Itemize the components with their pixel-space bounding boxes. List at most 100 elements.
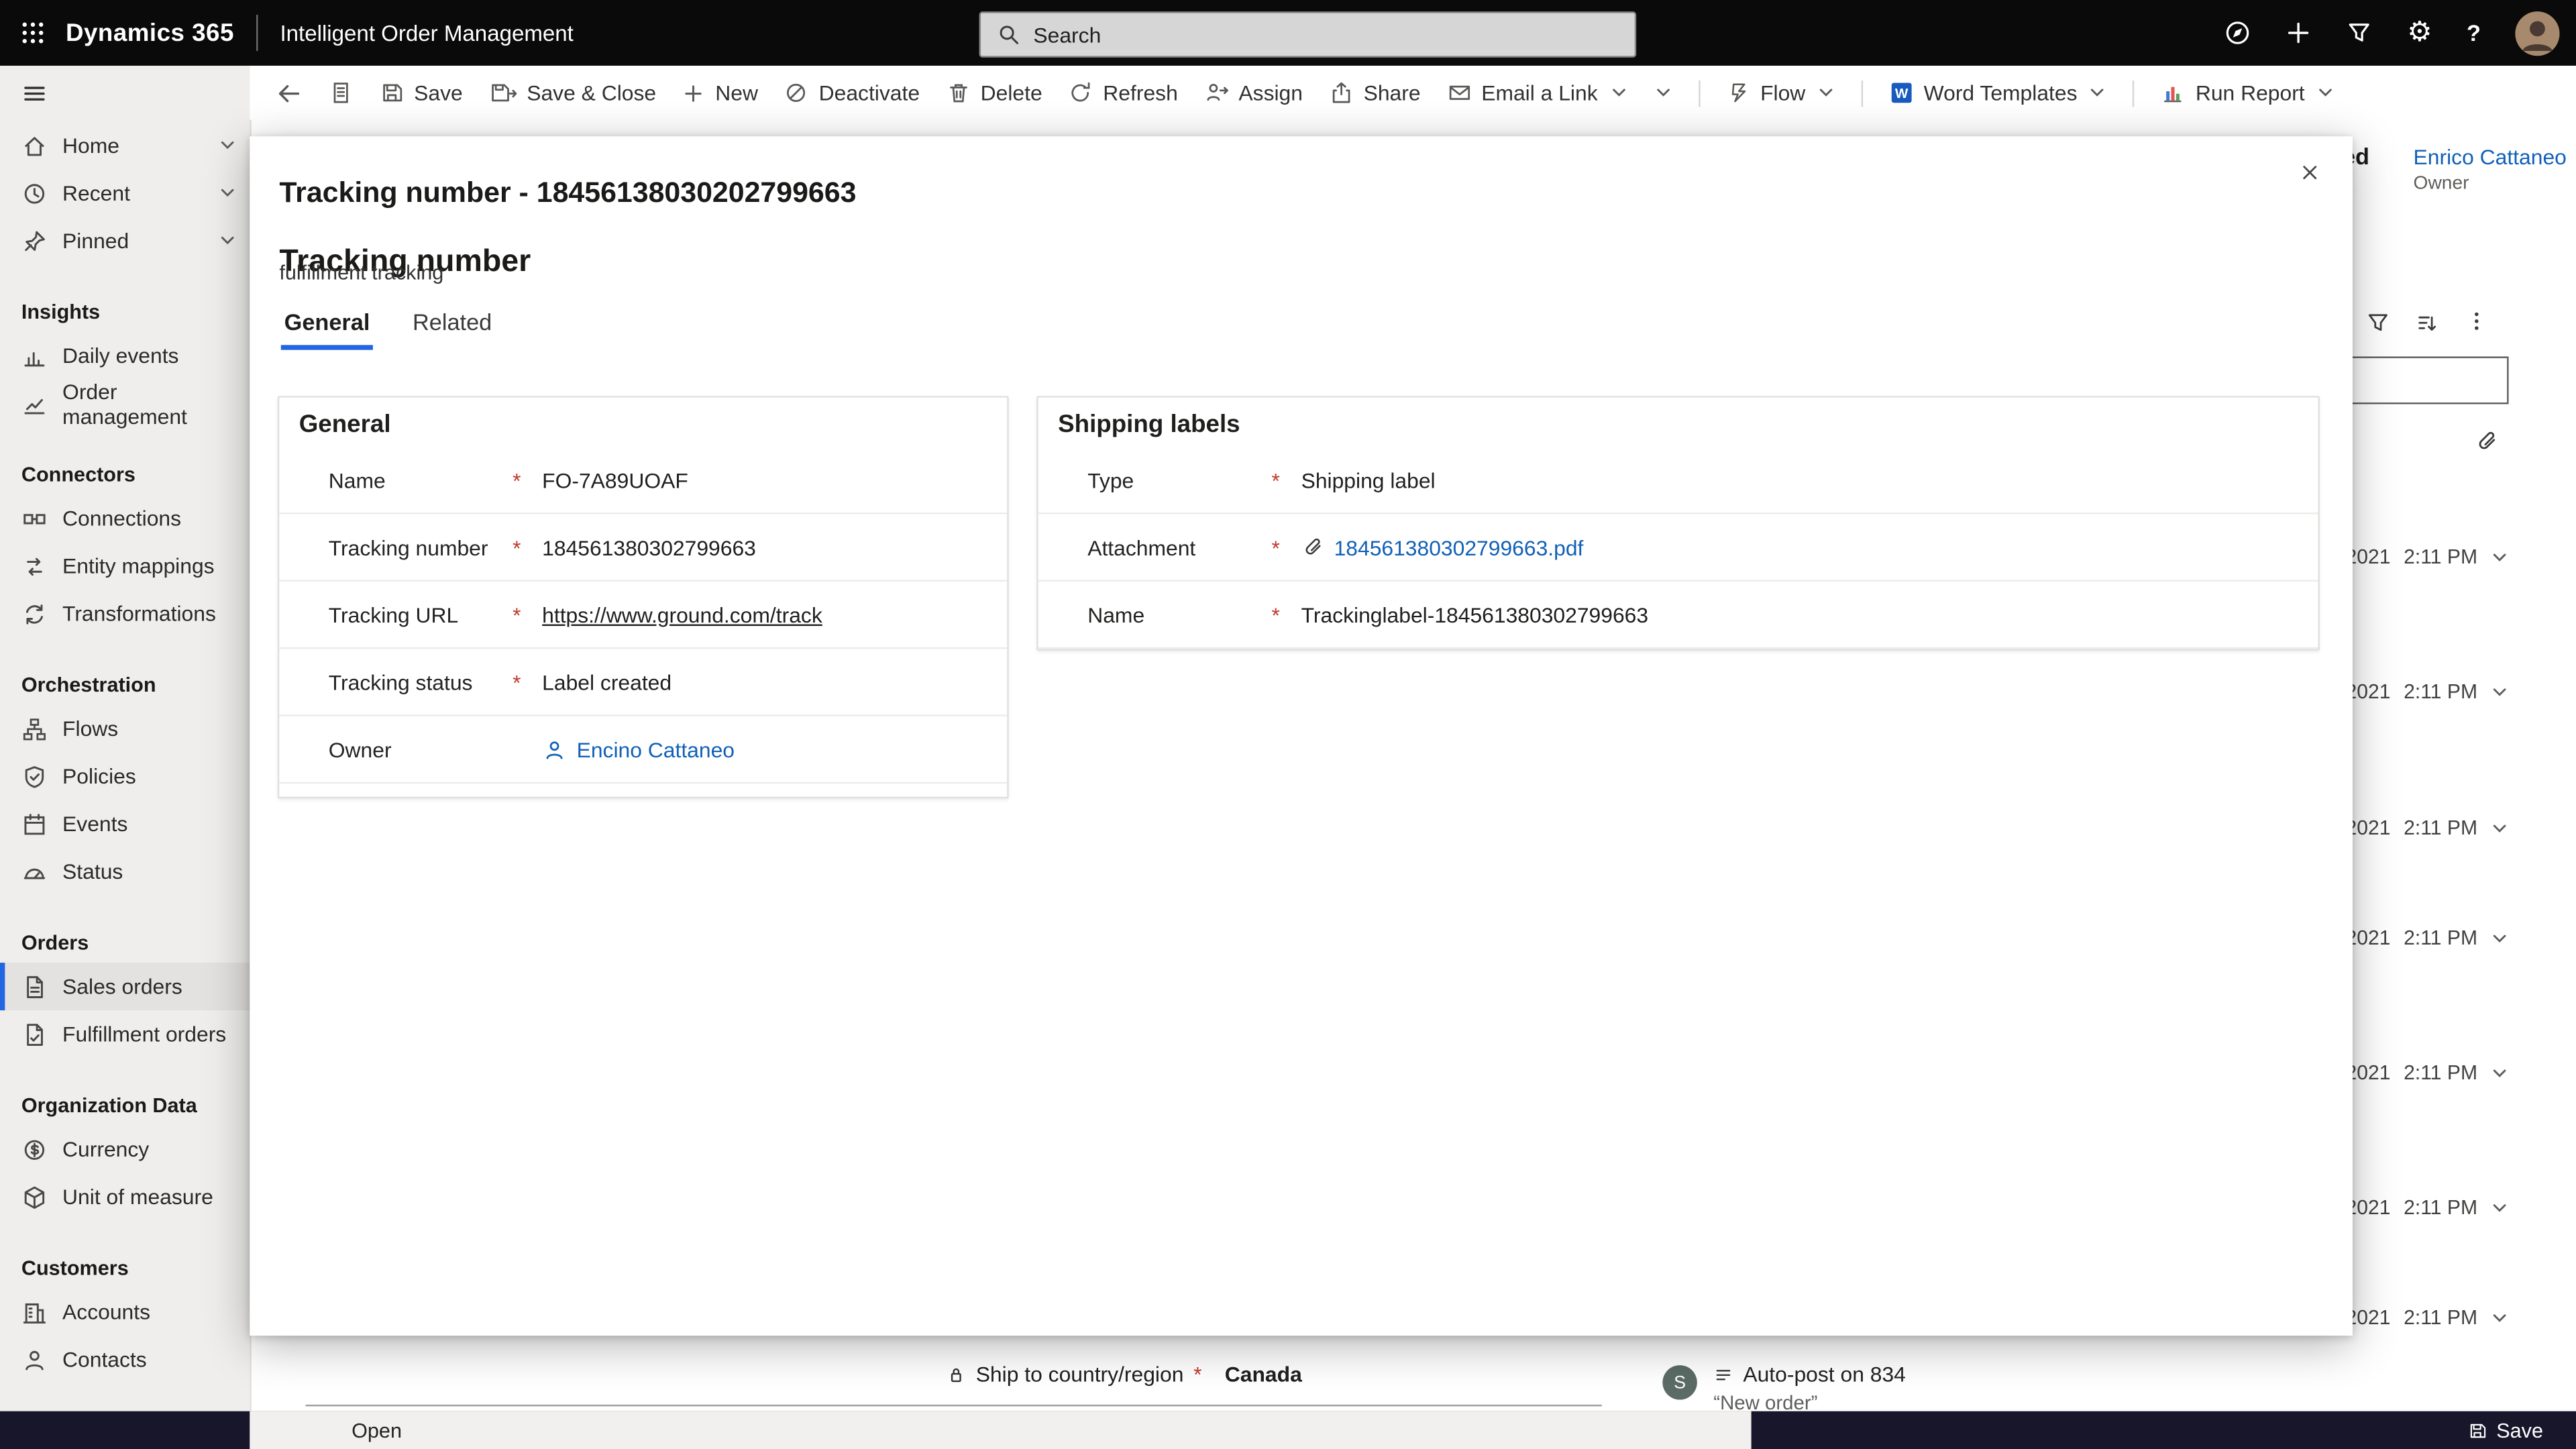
- timeline-row-expand-button[interactable]: [2491, 819, 2509, 837]
- email-link-button[interactable]: Email a Link: [1447, 80, 1627, 105]
- ship-to-country-value[interactable]: Canada: [1225, 1362, 1302, 1387]
- form-footer: Open: [250, 1411, 1751, 1449]
- pin-icon: [21, 227, 48, 254]
- timeline-more-icon[interactable]: [2464, 309, 2489, 333]
- chevron-down-icon: [1609, 84, 1627, 102]
- sidebar-item-status[interactable]: Status: [0, 848, 250, 896]
- sidebar-section-orchestration: Orchestration: [0, 665, 250, 705]
- line-chart-icon: [21, 390, 48, 417]
- timeline-sort-icon[interactable]: [2414, 311, 2438, 335]
- app-name[interactable]: Intelligent Order Management: [280, 21, 573, 46]
- help-icon[interactable]: ?: [2467, 19, 2481, 46]
- run-report-button[interactable]: Run Report: [2161, 80, 2334, 105]
- sidebar-item-accounts[interactable]: Accounts: [0, 1288, 250, 1336]
- save-close-icon: [489, 80, 517, 105]
- chevron-down-icon: [1817, 84, 1835, 102]
- sidebar-section-organization-data: Organization Data: [0, 1086, 250, 1126]
- timeline-row-expand-button[interactable]: [2491, 548, 2509, 566]
- tracking-url-link[interactable]: https://www.ground.com/track: [542, 602, 822, 627]
- sidebar-item-policies[interactable]: Policies: [0, 753, 250, 800]
- close-icon[interactable]: [2287, 150, 2333, 196]
- waffle-menu-icon[interactable]: [0, 0, 66, 66]
- brand-title[interactable]: Dynamics 365: [66, 19, 234, 47]
- commandbar-overflow-button[interactable]: [1654, 84, 1672, 102]
- label-name-value[interactable]: Trackinglabel-184561380302799663: [1301, 602, 1649, 627]
- general-card-title: General: [279, 398, 1007, 447]
- sidebar-item-pinned[interactable]: Pinned: [0, 217, 250, 264]
- flow-icon: [1726, 80, 1751, 105]
- mapping-arrows-icon: [21, 553, 48, 579]
- tracking-number-value[interactable]: 184561380302799663: [542, 535, 756, 559]
- form-page-icon-button[interactable]: [329, 80, 354, 105]
- sidebar-item-unit-of-measure[interactable]: Unit of measure: [0, 1173, 250, 1221]
- timeline-row-expand-button[interactable]: [2491, 1199, 2509, 1217]
- gear-icon[interactable]: ⚙: [2407, 19, 2432, 47]
- attachment-link[interactable]: 184561380302799663.pdf: [1334, 535, 1584, 559]
- home-icon: [21, 132, 48, 158]
- tab-related[interactable]: Related: [409, 306, 495, 350]
- global-search-input[interactable]: Search: [979, 11, 1637, 58]
- sidebar-section-orders: Orders: [0, 923, 250, 963]
- insights-compass-icon[interactable]: [2224, 19, 2251, 46]
- search-icon: [998, 23, 1020, 46]
- commandbar-divider: [1698, 80, 1699, 106]
- sidebar-item-contacts[interactable]: Contacts: [0, 1336, 250, 1383]
- commandbar-divider: [1862, 80, 1863, 106]
- deactivate-button[interactable]: Deactivate: [784, 80, 920, 105]
- filter-icon[interactable]: [2347, 19, 2373, 46]
- share-button[interactable]: Share: [1329, 80, 1420, 105]
- back-button[interactable]: [276, 80, 302, 106]
- timeline-row-expand-button[interactable]: [2491, 929, 2509, 947]
- hamburger-menu-icon[interactable]: [0, 66, 250, 121]
- deactivate-icon: [784, 80, 809, 105]
- sidebar-item-fulfillment-orders[interactable]: Fulfillment orders: [0, 1010, 250, 1058]
- tracking-status-value[interactable]: Label created: [542, 669, 672, 694]
- timeline-filter-icon[interactable]: [2366, 311, 2391, 335]
- sidebar-item-events[interactable]: Events: [0, 800, 250, 848]
- save-button[interactable]: Save: [380, 80, 463, 105]
- sidebar-item-connections[interactable]: Connections: [0, 494, 250, 542]
- type-value[interactable]: Shipping label: [1301, 468, 1436, 492]
- sidebar-item-transformations[interactable]: Transformations: [0, 590, 250, 637]
- save-and-close-button[interactable]: Save & Close: [489, 80, 656, 105]
- owner-link[interactable]: Encino Cattaneo: [577, 737, 735, 761]
- chevron-down-icon: [1654, 84, 1672, 102]
- autopost-avatar: S: [1662, 1365, 1697, 1399]
- sidebar-item-recent[interactable]: Recent: [0, 169, 250, 217]
- open-button[interactable]: Open: [352, 1419, 402, 1442]
- timeline-row-expand-button[interactable]: [2491, 1064, 2509, 1082]
- record-owner-link[interactable]: Enrico Cattaneo: [2414, 145, 2567, 170]
- sidebar-item-sales-orders[interactable]: Sales orders: [0, 963, 250, 1010]
- trash-icon: [946, 80, 971, 105]
- word-templates-button[interactable]: W Word Templates: [1889, 80, 2106, 105]
- top-navigation-bar: Dynamics 365 Intelligent Order Managemen…: [0, 0, 2576, 66]
- sidebar-item-entity-mappings[interactable]: Entity mappings: [0, 542, 250, 590]
- command-bar: Save Save & Close New Deactivate Delete …: [250, 66, 2576, 120]
- field-row-type: Type * Shipping label: [1038, 447, 2318, 514]
- tab-general[interactable]: General: [281, 306, 373, 350]
- sidebar-item-daily-events[interactable]: Daily events: [0, 332, 250, 380]
- refresh-button[interactable]: Refresh: [1069, 80, 1178, 105]
- sidebar-item-home[interactable]: Home: [0, 121, 250, 169]
- flow-button[interactable]: Flow: [1726, 80, 1835, 105]
- save-icon: [2467, 1420, 2486, 1440]
- new-button[interactable]: New: [682, 80, 758, 105]
- autopost-entry[interactable]: S Auto-post on 834 “New order”: [1662, 1362, 1906, 1414]
- timeline-row-expand-button[interactable]: [2491, 1309, 2509, 1327]
- delete-button[interactable]: Delete: [946, 80, 1042, 105]
- document-icon: [21, 973, 48, 1000]
- user-avatar[interactable]: [2515, 11, 2559, 55]
- footer-save-button[interactable]: Save: [2457, 1411, 2553, 1449]
- sidebar-item-currency[interactable]: Currency: [0, 1126, 250, 1173]
- sidebar-item-order-management[interactable]: Order management: [0, 380, 250, 427]
- timeline-row-expand-button[interactable]: [2491, 683, 2509, 701]
- sidebar-item-flows[interactable]: Flows: [0, 705, 250, 753]
- assign-button[interactable]: Assign: [1204, 80, 1303, 105]
- app-root: Dynamics 365 Intelligent Order Managemen…: [0, 0, 2576, 1449]
- name-value[interactable]: FO-7A89UOAF: [542, 468, 688, 492]
- field-row-owner: Owner Encino Cattaneo: [279, 716, 1007, 784]
- share-icon: [1329, 80, 1354, 105]
- chevron-down-icon: [219, 136, 237, 154]
- general-section-card: General Name * FO-7A89UOAF Tracking numb…: [278, 396, 1009, 798]
- plus-icon[interactable]: [2286, 19, 2312, 46]
